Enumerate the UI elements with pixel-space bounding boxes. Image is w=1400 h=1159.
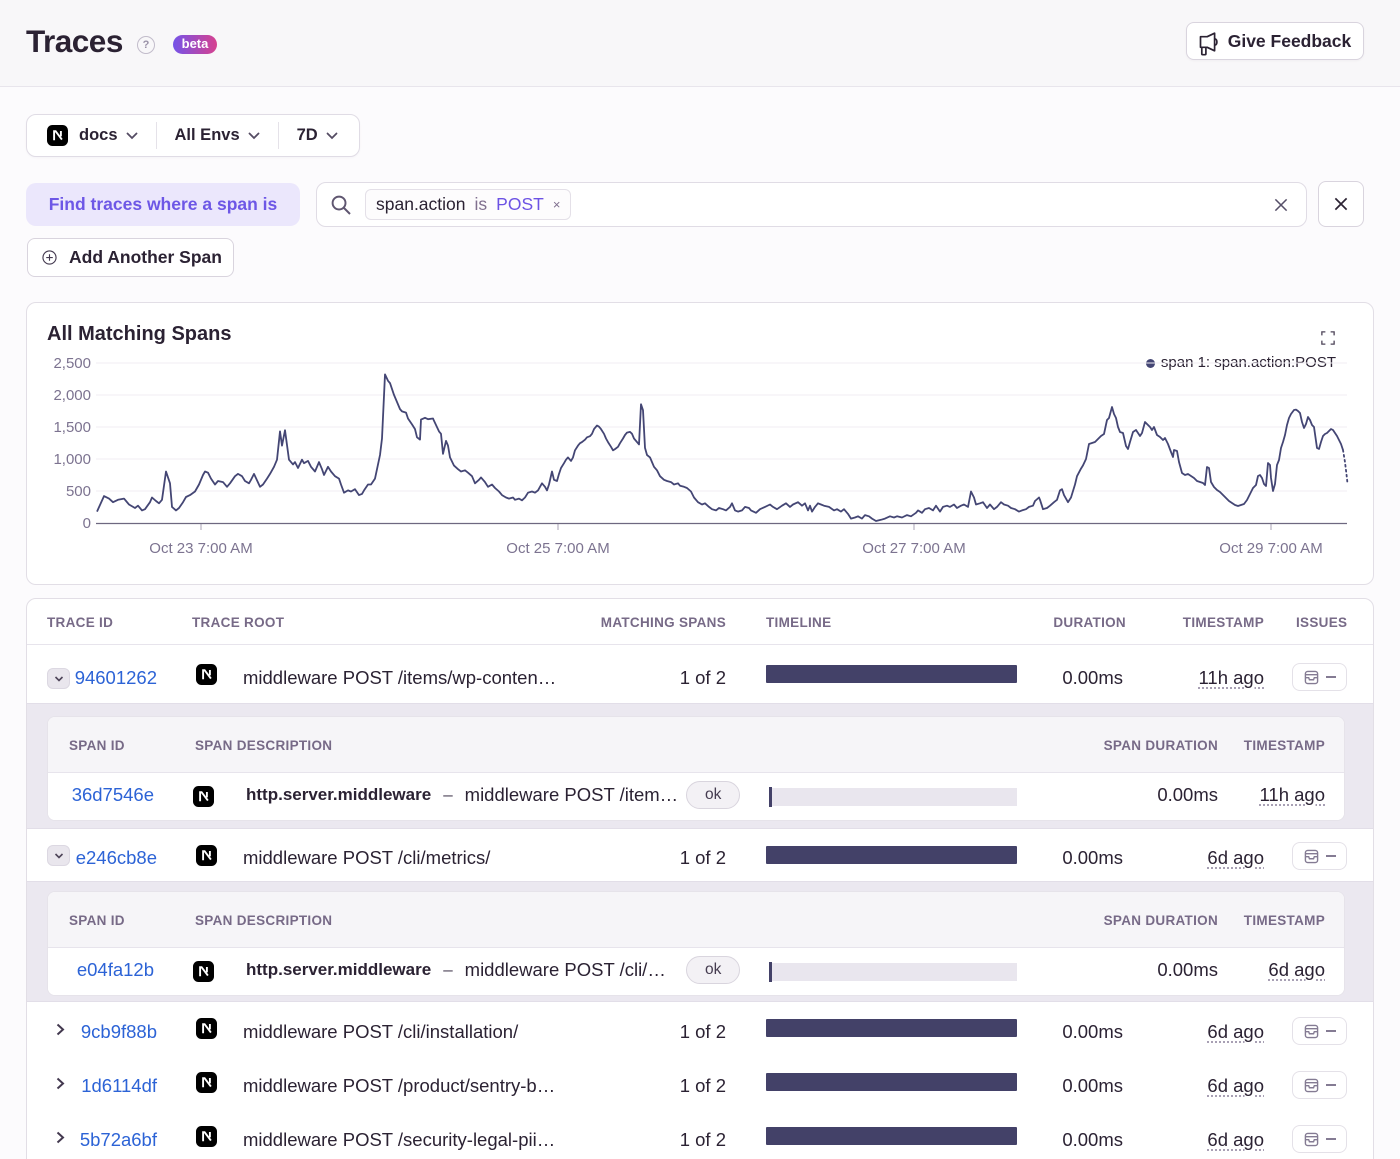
svg-text:0: 0 <box>83 515 91 532</box>
svg-text:Oct 29 7:00 AM: Oct 29 7:00 AM <box>1219 540 1322 557</box>
svg-text:Oct 23 7:00 AM: Oct 23 7:00 AM <box>149 540 252 557</box>
svg-text:Oct 25 7:00 AM: Oct 25 7:00 AM <box>506 540 609 557</box>
svg-text:1,000: 1,000 <box>53 451 91 468</box>
svg-text:Oct 27 7:00 AM: Oct 27 7:00 AM <box>862 540 965 557</box>
svg-text:500: 500 <box>66 483 91 500</box>
svg-text:2,000: 2,000 <box>53 387 91 404</box>
svg-text:1,500: 1,500 <box>53 419 91 436</box>
svg-text:2,500: 2,500 <box>53 355 91 372</box>
